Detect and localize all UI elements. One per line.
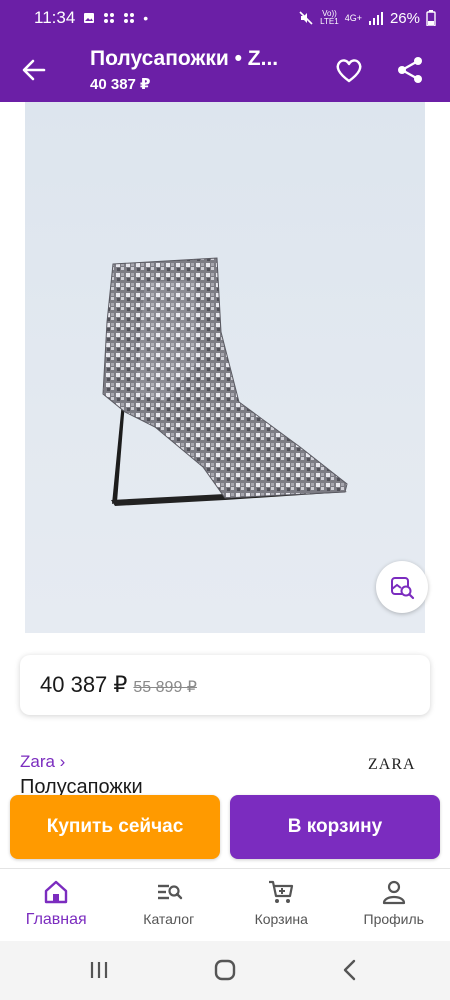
nav-label-catalog: Каталог	[143, 911, 195, 927]
nav-item-catalog[interactable]: Каталог	[113, 869, 226, 941]
status-right: Vo)) LTE1 4G+ 26%	[298, 10, 436, 27]
nav-item-profile[interactable]: Профиль	[338, 869, 450, 941]
visual-search-button[interactable]	[376, 561, 428, 613]
more-notifications-dot: •	[143, 10, 149, 26]
buy-now-button[interactable]: Купить сейчас	[10, 795, 220, 859]
battery-percent: 26%	[389, 9, 420, 27]
nav-label-profile: Профиль	[363, 911, 424, 927]
profile-icon	[382, 880, 405, 905]
status-time: 11:34	[34, 8, 76, 27]
app-bar: Полусапожки • Z... 40 387 ₽	[0, 36, 450, 102]
home-icon	[45, 880, 68, 904]
add-to-cart-button[interactable]: В корзину	[230, 795, 440, 859]
home-system-icon[interactable]	[212, 957, 238, 983]
ankle-boot-illustration	[102, 257, 348, 506]
favorite-heart-icon[interactable]	[334, 55, 364, 85]
nav-label-home: Главная	[25, 911, 87, 928]
page-title: Полусапожки • Z...	[90, 47, 279, 70]
gallery-notification-icon	[84, 13, 95, 23]
title-block: Полусапожки • Z... 40 387 ₽	[90, 47, 315, 93]
catalog-search-icon	[157, 884, 182, 900]
nav-item-home[interactable]: Главная	[0, 869, 113, 941]
battery-icon	[426, 10, 436, 26]
price-current: 40 387 ₽	[40, 672, 128, 697]
bottom-navigation: Главная Каталог Корзина Профиль	[0, 868, 450, 941]
mute-icon	[299, 11, 313, 25]
nav-item-cart[interactable]: Корзина	[225, 869, 338, 941]
network-type: 4G+	[344, 13, 362, 23]
app-notification-icon-2	[124, 13, 135, 23]
image-search-icon	[391, 577, 415, 600]
volte-bottom: LTE1	[320, 17, 339, 26]
nav-label-cart: Корзина	[254, 911, 308, 927]
recent-apps-icon[interactable]	[86, 957, 112, 983]
cart-icon	[269, 880, 294, 903]
status-left: 11:34 •	[34, 8, 148, 28]
back-arrow-icon[interactable]	[20, 56, 48, 84]
brand-logo: ZARA	[368, 756, 416, 773]
price-card: 40 387 ₽ 55 899 ₽	[20, 655, 430, 715]
back-system-icon[interactable]	[337, 957, 363, 983]
price-old: 55 899 ₽	[133, 678, 197, 696]
brand-link[interactable]: Zara ›	[20, 752, 65, 772]
system-navigation-bar	[0, 941, 450, 1000]
volte-indicator: Vo)) LTE1	[320, 10, 339, 26]
status-bar: 11:34 • Vo)) LTE1 4G+ 26%	[0, 0, 450, 36]
share-icon[interactable]	[395, 55, 425, 85]
signal-icon	[368, 12, 383, 25]
page-subtitle-price: 40 387 ₽	[90, 76, 151, 93]
app-notification-icon	[104, 13, 115, 23]
product-image[interactable]	[25, 102, 425, 633]
